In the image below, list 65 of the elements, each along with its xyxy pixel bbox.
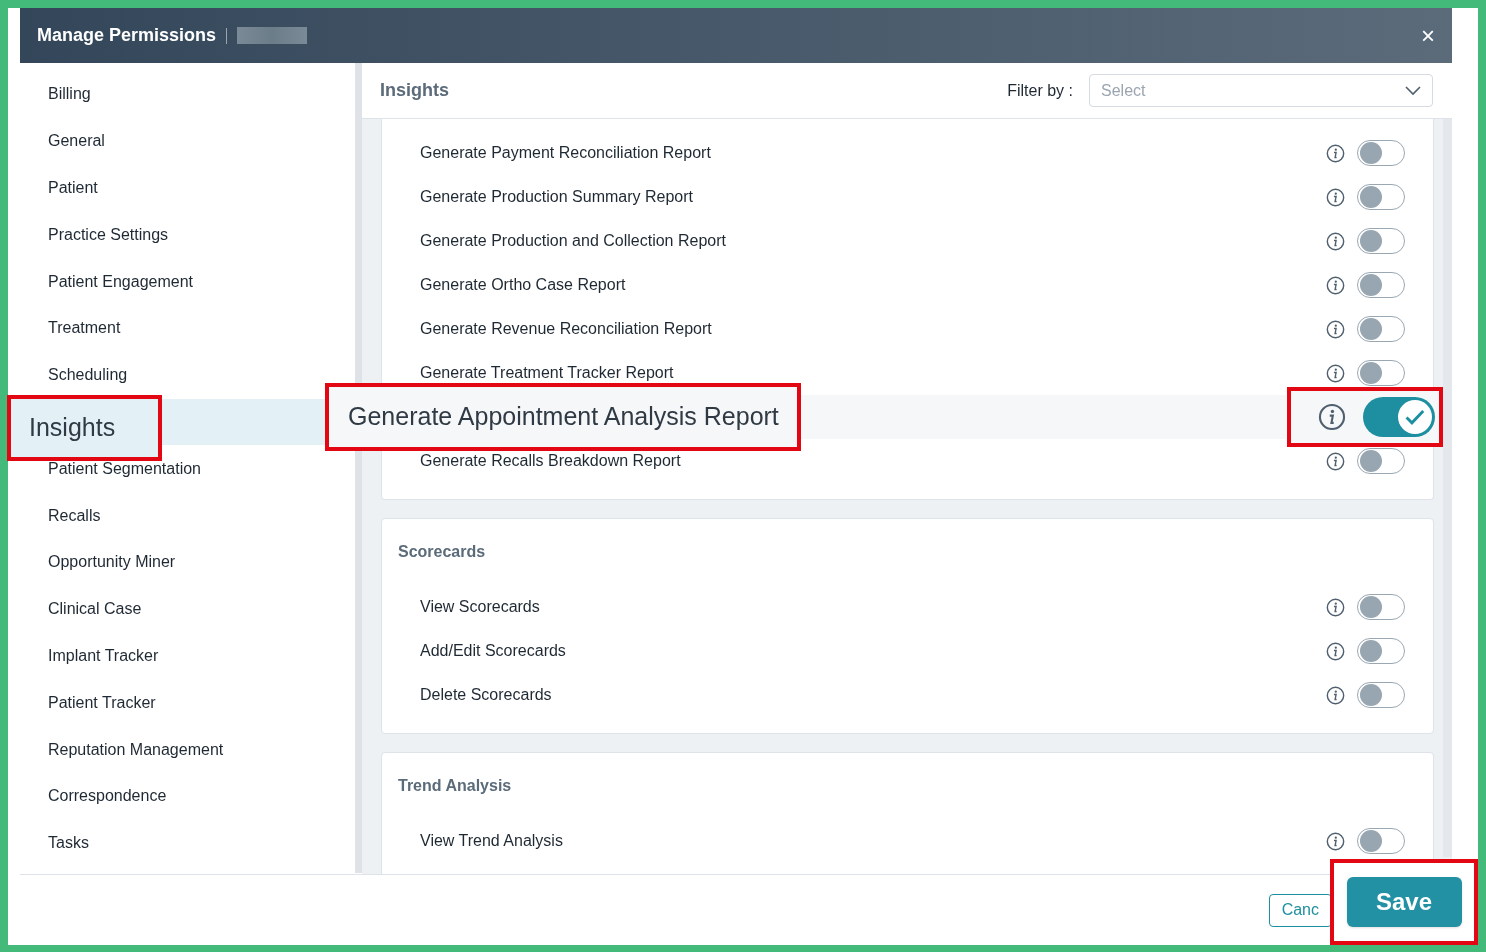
sidebar-item[interactable]: Patient Tracker (48, 690, 156, 715)
toggle-switch[interactable] (1357, 448, 1405, 474)
sidebar-item[interactable]: Insights (29, 409, 116, 447)
info-icon[interactable] (1326, 319, 1345, 339)
sidebar-item[interactable]: Correspondence (48, 784, 167, 809)
sidebar-item[interactable]: Clinical Case (48, 597, 142, 622)
filter-label: Filter by : (1007, 80, 1073, 101)
toggle-switch[interactable] (1363, 397, 1435, 437)
permission-label: Delete Scorecards (420, 685, 552, 705)
sidebar-item[interactable]: Patient Segmentation (48, 456, 201, 481)
sidebar-item[interactable]: Reputation Management (48, 737, 224, 762)
permission-label: View Trend Analysis (420, 831, 563, 851)
toggle-switch[interactable] (1357, 272, 1405, 298)
permission-label: View Scorecards (420, 597, 540, 617)
sidebar-item[interactable]: Patient (48, 176, 98, 200)
sidebar-item[interactable]: Treatment (48, 316, 121, 341)
permission-label: Add/Edit Scorecards (420, 641, 566, 661)
sidebar-item[interactable]: General (48, 129, 105, 154)
toggle-switch[interactable] (1357, 184, 1405, 210)
permission-label: Generate Recalls Breakdown Report (420, 451, 681, 471)
sidebar-item[interactable]: Opportunity Miner (48, 550, 176, 575)
cancel-button[interactable]: Canc (1268, 893, 1332, 927)
toggle-switch[interactable] (1357, 360, 1405, 386)
dialog-title: Manage Permissions (37, 24, 217, 47)
panel-title: Insights (380, 79, 449, 102)
sidebar-item[interactable]: Implant Tracker (48, 643, 159, 668)
permission-label: Generate Production Summary Report (420, 187, 693, 207)
section-title: Trend Analysis (397, 776, 513, 796)
section-title: Scorecards (397, 542, 487, 562)
chevron-down-icon (1405, 85, 1421, 96)
info-icon[interactable] (1326, 231, 1345, 251)
info-icon[interactable] (1326, 187, 1345, 207)
toggle-switch[interactable] (1357, 228, 1405, 254)
dropdown-placeholder: Select (1101, 80, 1146, 101)
sidebar-item[interactable]: Recalls (48, 503, 101, 528)
info-icon[interactable] (1326, 143, 1345, 163)
redacted-block (237, 27, 308, 44)
permission-label: Generate Revenue Reconciliation Report (420, 319, 712, 339)
sidebar-item[interactable]: Tasks (48, 831, 89, 856)
permission-label: Generate Treatment Tracker Report (420, 363, 674, 383)
toggle-switch[interactable] (1357, 828, 1405, 854)
toggle-switch[interactable] (1357, 316, 1405, 342)
info-icon[interactable] (1326, 685, 1345, 705)
toggle-switch[interactable] (1357, 638, 1405, 664)
permission-label: Generate Ortho Case Report (420, 275, 626, 295)
toggle-switch[interactable] (1357, 140, 1405, 166)
permission-label: Generate Payment Reconciliation Report (420, 143, 711, 163)
sidebar-item[interactable]: Billing (48, 82, 91, 107)
close-button[interactable]: × (1421, 23, 1435, 48)
toggle-switch[interactable] (1357, 682, 1405, 708)
permission-label: Generate Appointment Analysis Report (348, 401, 779, 433)
sidebar-item[interactable]: Patient Engagement (48, 269, 193, 294)
sidebar-item[interactable]: Scheduling (48, 363, 128, 388)
info-icon[interactable] (1318, 403, 1346, 431)
toggle-switch[interactable] (1357, 594, 1405, 620)
info-icon[interactable] (1326, 275, 1345, 295)
info-icon[interactable] (1326, 597, 1345, 617)
save-button[interactable]: Save (1346, 877, 1462, 927)
permission-label: Generate Production and Collection Report (420, 231, 726, 251)
info-icon[interactable] (1326, 363, 1345, 383)
sidebar-item[interactable]: Practice Settings (48, 222, 169, 247)
info-icon[interactable] (1326, 451, 1345, 471)
info-icon[interactable] (1326, 831, 1345, 851)
scrollbar[interactable] (1443, 119, 1452, 857)
info-icon[interactable] (1326, 641, 1345, 661)
